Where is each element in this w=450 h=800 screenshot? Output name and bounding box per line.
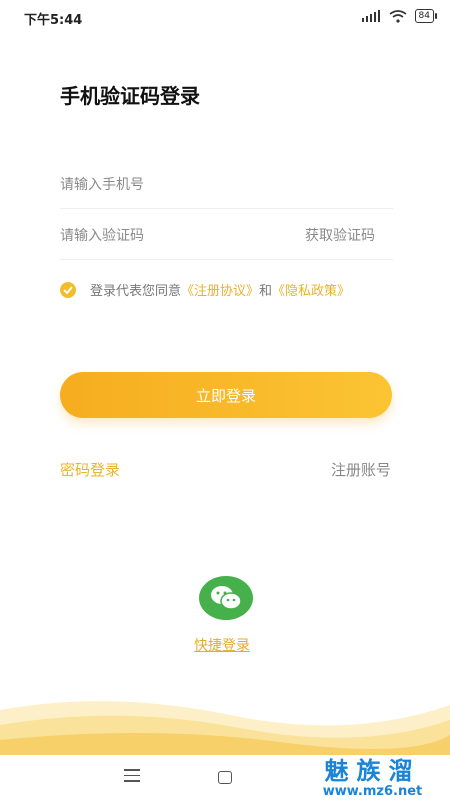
- watermark-text: 魅族溜: [324, 757, 421, 785]
- decorative-wave: [0, 701, 450, 755]
- quick-login-link[interactable]: 快捷登录: [194, 635, 250, 655]
- watermark-url: www.mz6.net: [322, 784, 423, 799]
- check-icon: [63, 285, 73, 294]
- password-login-link[interactable]: 密码登录: [60, 459, 120, 480]
- agreement-and: 和: [259, 284, 273, 299]
- register-agreement-link[interactable]: 《注册协议》: [181, 280, 259, 299]
- get-code-button[interactable]: 获取验证码: [305, 225, 375, 245]
- phone-field[interactable]: 请输入手机号: [60, 158, 393, 209]
- agreement-text: 登录代表您同意: [90, 284, 182, 299]
- status-bar: 下午5:44 84: [0, 0, 450, 34]
- wechat-login-button[interactable]: [199, 576, 253, 620]
- wechat-icon: [211, 586, 242, 610]
- privacy-policy-link[interactable]: 《隐私政策》: [272, 280, 350, 299]
- battery-icon: 84: [414, 9, 438, 23]
- page-title: 手机验证码登录: [60, 84, 200, 108]
- code-placeholder: 请输入验证码: [60, 228, 144, 244]
- agreement-row: 登录代表您同意 《注册协议》 和 《隐私政策》: [60, 280, 350, 299]
- wifi-icon: [389, 9, 407, 23]
- phone-placeholder: 请输入手机号: [60, 177, 144, 193]
- register-link[interactable]: 注册账号: [331, 459, 391, 480]
- home-icon[interactable]: [218, 771, 232, 784]
- menu-icon[interactable]: [124, 769, 140, 786]
- status-time: 下午5:44: [24, 13, 83, 28]
- code-field[interactable]: 请输入验证码 获取验证码: [60, 209, 393, 260]
- signal-icon: [361, 10, 380, 22]
- watermark: 魅族溜 www.mz6.net: [305, 757, 440, 799]
- agreement-checkbox[interactable]: [60, 281, 76, 298]
- status-icons: 84: [361, 9, 438, 23]
- login-button[interactable]: 立即登录: [60, 372, 392, 418]
